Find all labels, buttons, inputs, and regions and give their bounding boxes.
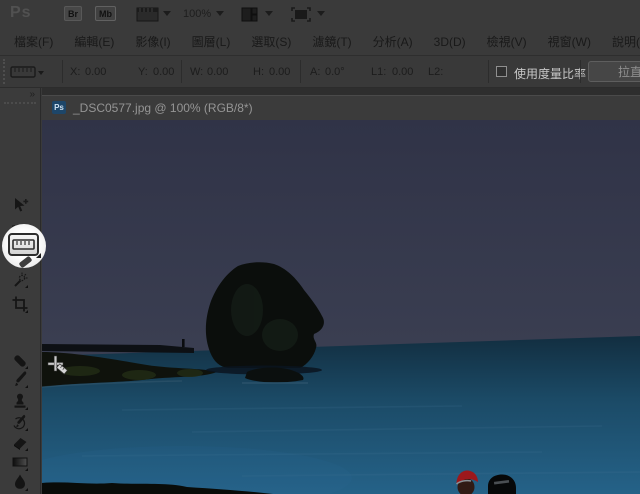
photoshop-logo: Ps [10, 4, 32, 21]
tool-options-bar: X: 0.00 Y: 0.00 W: 0.00 H: 0.00 A: 0.0° … [0, 56, 640, 88]
menu-edit[interactable]: 編輯(E) [74, 33, 114, 50]
bridge-button[interactable]: Br [64, 6, 82, 21]
options-separator [488, 60, 489, 83]
w-value: 0.00 [207, 66, 229, 78]
distant-person [182, 339, 185, 347]
menu-analysis[interactable]: 分析(A) [373, 33, 413, 50]
h-label: H: [253, 66, 264, 78]
menu-filter[interactable]: 濾鏡(T) [312, 33, 351, 50]
islet-foam [242, 382, 308, 384]
menu-bar: 檔案(F) 編輯(E) 影像(I) 圖層(L) 選取(S) 濾鏡(T) 分析(A… [0, 28, 640, 56]
clone-stamp-tool[interactable] [10, 391, 30, 411]
menu-view[interactable]: 檢視(V) [487, 33, 527, 50]
options-bar-grip[interactable] [3, 59, 5, 84]
crop-tool[interactable] [10, 294, 30, 314]
y-label: Y: [138, 66, 148, 78]
zoom-level-caret-icon[interactable] [216, 11, 224, 16]
use-measurement-scale-label: 使用度量比率 [514, 67, 587, 81]
document-file-icon: Ps [52, 101, 66, 114]
options-separator [580, 60, 581, 83]
view-extras-caret-icon[interactable] [163, 11, 171, 16]
collapse-panel-icon[interactable]: » [29, 89, 34, 100]
document-tab-title: _DSC0577.jpg @ 100% (RGB/8*) [73, 101, 253, 115]
document-tab[interactable]: Ps _DSC0577.jpg @ 100% (RGB/8*) [42, 95, 640, 121]
arrange-documents-caret-icon[interactable] [265, 11, 273, 16]
brush-tool[interactable] [10, 369, 30, 389]
options-separator [181, 60, 182, 83]
sky [42, 120, 640, 366]
menu-file[interactable]: 檔案(F) [14, 33, 53, 50]
arrange-documents-icon[interactable] [241, 7, 258, 27]
gradient-tool[interactable] [10, 452, 30, 472]
screen-mode-caret-icon[interactable] [317, 11, 325, 16]
view-extras-icon[interactable] [136, 7, 159, 27]
photoshop-window: Ps Br Mb 100% 檔案(F) 編輯(E) 影像(I) 圖層(L) 選取… [0, 0, 640, 494]
eraser-tool[interactable] [10, 432, 30, 452]
x-value: 0.00 [85, 66, 107, 78]
menu-image[interactable]: 影像(I) [135, 33, 170, 50]
options-separator [300, 60, 301, 83]
tools-panel-grip[interactable] [4, 102, 36, 104]
document-tab-bar: Ps _DSC0577.jpg @ 100% (RGB/8*) [42, 88, 640, 121]
screen-mode-icon[interactable] [291, 7, 311, 27]
tools-panel: » [0, 88, 41, 494]
canvas-image[interactable] [12, 120, 640, 494]
ruler-tool-preset-icon[interactable] [10, 65, 44, 85]
quick-selection-tool[interactable] [10, 270, 30, 290]
ruler-tool-spotlight [2, 224, 46, 269]
x-label: X: [70, 66, 81, 78]
history-brush-tool[interactable] [10, 412, 30, 432]
spot-healing-brush-tool[interactable] [10, 350, 30, 370]
tool-flyout-corner-icon [36, 253, 41, 258]
h-value: 0.00 [269, 66, 291, 78]
l2-label: L2: [428, 66, 444, 78]
zoom-level[interactable]: 100% [183, 8, 211, 20]
menu-3d[interactable]: 3D(D) [434, 35, 466, 49]
y-value: 0.00 [153, 66, 175, 78]
application-bar: Ps Br Mb 100% [0, 0, 640, 28]
move-tool[interactable] [10, 196, 30, 216]
w-label: W: [190, 66, 204, 78]
straighten-button[interactable]: 拉直 [588, 61, 640, 82]
menu-help[interactable]: 說明(H) [612, 33, 640, 50]
use-measurement-scale-checkbox[interactable] [496, 66, 507, 77]
menu-layer[interactable]: 圖層(L) [192, 33, 231, 50]
ruler-tool[interactable] [8, 233, 39, 256]
menu-window[interactable]: 視窗(W) [548, 33, 591, 50]
options-separator [62, 60, 63, 83]
angle-value: 0.0° [325, 66, 345, 78]
mini-bridge-button[interactable]: Mb [95, 6, 116, 21]
menu-select[interactable]: 選取(S) [251, 33, 291, 50]
angle-label: A: [310, 66, 321, 78]
l1-label: L1: [371, 66, 387, 78]
blur-tool[interactable] [10, 472, 30, 492]
l1-value: 0.00 [392, 66, 414, 78]
